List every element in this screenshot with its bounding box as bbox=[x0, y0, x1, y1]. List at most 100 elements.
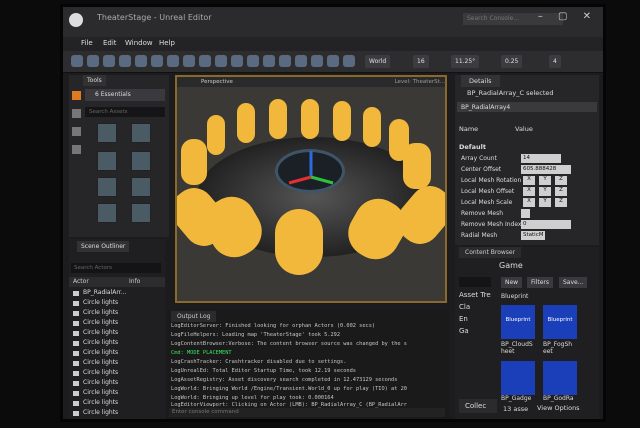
category-default[interactable]: Default bbox=[459, 143, 486, 151]
prop-value-field[interactable]: 14 bbox=[521, 154, 561, 163]
move-tool-icon[interactable] bbox=[199, 55, 211, 67]
rotate-tool-icon[interactable] bbox=[215, 55, 227, 67]
outliner-row[interactable]: Circle lights bbox=[71, 369, 159, 378]
radial-mesh[interactable] bbox=[269, 99, 287, 139]
asset-thumbnail[interactable] bbox=[97, 177, 117, 197]
view-options-button[interactable]: View Options bbox=[537, 404, 580, 412]
asset-thumbnail[interactable] bbox=[131, 123, 151, 143]
radial-mesh[interactable] bbox=[301, 99, 319, 139]
place-mode-icon[interactable] bbox=[72, 91, 81, 100]
outliner-row[interactable]: Circle lights bbox=[71, 359, 159, 368]
radial-mesh[interactable] bbox=[333, 101, 351, 141]
asset-thumbnail[interactable] bbox=[97, 123, 117, 143]
asset-thumbnail[interactable] bbox=[97, 151, 117, 171]
essentials-mode[interactable]: 6 Essentials bbox=[85, 89, 165, 101]
content-icon[interactable] bbox=[87, 55, 99, 67]
blueprint-filter-chip[interactable]: Blueprint bbox=[501, 293, 528, 300]
camera-icon[interactable] bbox=[263, 55, 275, 67]
radial-mesh[interactable] bbox=[181, 139, 207, 185]
lighting-icon[interactable] bbox=[279, 55, 291, 67]
outliner-row[interactable]: Circle lights bbox=[71, 389, 159, 398]
collections-button[interactable]: Collec bbox=[459, 399, 497, 413]
prop-value-field[interactable]: StaticM bbox=[521, 231, 545, 240]
blueprints-icon[interactable] bbox=[135, 55, 147, 67]
menu-window[interactable]: Window bbox=[125, 39, 153, 47]
play-icon[interactable] bbox=[167, 55, 179, 67]
column-info[interactable]: Info bbox=[129, 278, 140, 285]
view-icon[interactable] bbox=[247, 55, 259, 67]
x-field[interactable]: X bbox=[523, 187, 535, 196]
content-search-input[interactable] bbox=[459, 277, 491, 287]
new-button[interactable]: New bbox=[501, 277, 523, 288]
tab-tools[interactable]: Tools bbox=[83, 75, 106, 86]
tab-content-browser[interactable]: Content Browser bbox=[459, 247, 522, 258]
tab-details[interactable]: Details bbox=[461, 75, 500, 87]
landscape-mode-icon[interactable] bbox=[72, 127, 81, 136]
marketplace-icon[interactable] bbox=[103, 55, 115, 67]
blueprint-asset-tile[interactable]: Blueprint bbox=[501, 305, 535, 339]
outliner-row[interactable]: Circle lights bbox=[71, 309, 159, 318]
realtime-icon[interactable] bbox=[295, 55, 307, 67]
asset-thumbnail[interactable] bbox=[97, 203, 117, 223]
settings-icon[interactable] bbox=[119, 55, 131, 67]
angle-snap-dropdown[interactable]: 11.25° bbox=[451, 55, 480, 68]
transform-gizmo-icon[interactable] bbox=[281, 147, 341, 197]
paint-mode-icon[interactable] bbox=[72, 109, 81, 118]
asset-thumbnail[interactable] bbox=[131, 203, 151, 223]
blueprint-asset-tile[interactable] bbox=[501, 361, 535, 395]
radial-mesh[interactable] bbox=[339, 190, 414, 268]
build-icon[interactable] bbox=[151, 55, 163, 67]
menu-file[interactable]: File bbox=[81, 39, 93, 47]
column-actor[interactable]: Actor bbox=[73, 278, 89, 285]
z-field[interactable]: Z bbox=[555, 198, 567, 207]
camera-speed-dropdown[interactable]: 4 bbox=[549, 55, 561, 68]
outliner-row[interactable]: Circle lights bbox=[71, 399, 159, 408]
grid-snap-dropdown[interactable]: 16 bbox=[413, 55, 429, 68]
outliner-row[interactable]: Circle lights bbox=[71, 329, 159, 338]
z-field[interactable]: Z bbox=[555, 176, 567, 185]
object-name-field[interactable]: BP_RadialArray4 bbox=[457, 102, 597, 112]
tree-item[interactable]: Ga bbox=[459, 327, 483, 337]
prop-value-field[interactable]: 0 bbox=[521, 220, 571, 229]
radial-mesh[interactable] bbox=[237, 103, 255, 143]
outliner-row[interactable]: Circle lights bbox=[71, 339, 159, 348]
search-assets-input[interactable]: Search Assets bbox=[85, 107, 165, 117]
x-field[interactable]: X bbox=[523, 198, 535, 207]
play-in-editor-icon[interactable] bbox=[311, 55, 323, 67]
radial-mesh[interactable] bbox=[403, 143, 431, 189]
tab-scene-outliner[interactable]: Scene Outliner bbox=[77, 241, 130, 252]
scale-snap-dropdown[interactable]: 0.25 bbox=[501, 55, 523, 68]
outliner-row[interactable]: Circle lights bbox=[71, 379, 159, 388]
path-breadcrumb[interactable]: Game bbox=[499, 261, 523, 270]
menu-help[interactable]: Help bbox=[159, 39, 175, 47]
outliner-row[interactable]: BP_RadialArr... bbox=[71, 289, 159, 298]
outliner-row[interactable]: Circle lights bbox=[71, 299, 159, 308]
x-field[interactable]: X bbox=[523, 176, 535, 185]
console-command-input[interactable]: Enter console command bbox=[169, 408, 445, 417]
simulate-icon[interactable] bbox=[327, 55, 339, 67]
prop-value-field[interactable]: 605.888428 bbox=[521, 165, 571, 174]
world-dropdown[interactable]: World bbox=[365, 55, 391, 68]
launch-icon[interactable] bbox=[183, 55, 195, 67]
y-field[interactable]: Y bbox=[539, 198, 551, 207]
blueprint-asset-tile[interactable]: Blueprint bbox=[543, 305, 577, 339]
asset-thumbnail[interactable] bbox=[131, 177, 151, 197]
search-actors-input[interactable]: Search Actors bbox=[71, 263, 161, 273]
window-controls[interactable]: – ▢ ✕ bbox=[538, 11, 597, 22]
outliner-row[interactable]: Circle lights bbox=[71, 349, 159, 358]
asset-thumbnail[interactable] bbox=[131, 151, 151, 171]
level-viewport[interactable]: Perspective Level: TheaterSt... bbox=[175, 75, 447, 303]
eject-icon[interactable] bbox=[343, 55, 355, 67]
perspective-button[interactable]: Perspective bbox=[201, 79, 233, 85]
menu-edit[interactable]: Edit bbox=[103, 39, 117, 47]
scale-tool-icon[interactable] bbox=[231, 55, 243, 67]
foliage-mode-icon[interactable] bbox=[72, 145, 81, 154]
radial-mesh[interactable] bbox=[363, 107, 381, 147]
tree-item[interactable]: En bbox=[459, 315, 483, 325]
outliner-row[interactable]: Circle lights bbox=[71, 409, 159, 418]
remove-mesh-checkbox[interactable] bbox=[521, 209, 530, 218]
save-icon[interactable] bbox=[71, 55, 83, 67]
tree-item[interactable]: Cla bbox=[459, 303, 483, 313]
tab-output-log[interactable]: Output Log bbox=[171, 311, 217, 322]
save-all-button[interactable]: Save... bbox=[559, 277, 588, 288]
